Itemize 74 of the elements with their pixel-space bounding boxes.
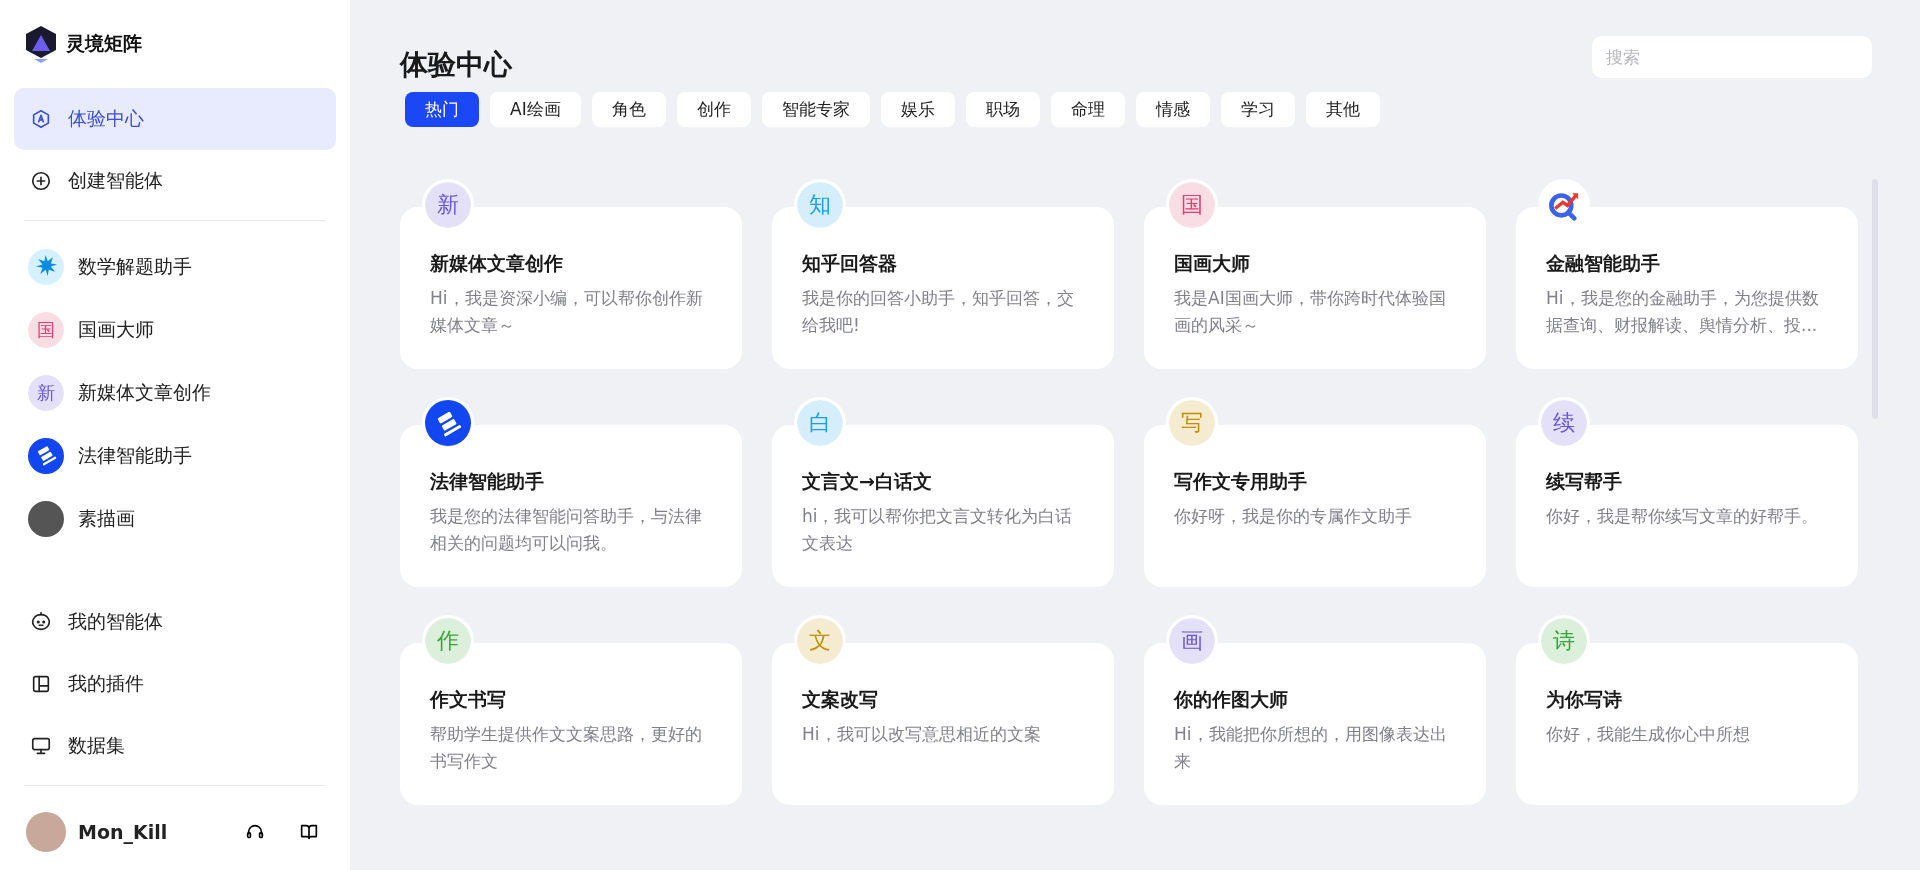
card-description: 你好，我能生成你心中所想 bbox=[1546, 723, 1751, 746]
card-description: Hi，我可以改写意思相近的文案 bbox=[802, 723, 1042, 746]
letter-avatar: 诗 bbox=[1541, 618, 1587, 664]
card-description: hi，我可以帮你把文言文转化为白话文表达 bbox=[802, 505, 1074, 555]
letter-avatar: 画 bbox=[1169, 618, 1215, 664]
letter-avatar: 写 bbox=[1169, 400, 1215, 446]
card-title: 金融智能助手 bbox=[1546, 251, 1661, 276]
letter-avatar: 文 bbox=[797, 618, 843, 664]
category-tab[interactable]: AI绘画 bbox=[490, 92, 581, 127]
card-title: 为你写诗 bbox=[1546, 687, 1623, 712]
category-tab[interactable]: 命理 bbox=[1050, 92, 1125, 127]
card-title: 知乎回答器 bbox=[802, 251, 898, 276]
category-tab[interactable]: 情感 bbox=[1135, 92, 1210, 127]
letter-avatar: 白 bbox=[797, 400, 843, 446]
recent-agent-item[interactable]: 数学解题助手 bbox=[14, 235, 336, 298]
category-tab[interactable]: 职场 bbox=[965, 92, 1040, 127]
letter-avatar: 新 bbox=[425, 182, 471, 228]
brand-name: 灵境矩阵 bbox=[66, 31, 142, 56]
card-description: 你好，我是帮你续写文章的好帮手。 bbox=[1546, 505, 1819, 528]
category-tab[interactable]: 娱乐 bbox=[880, 92, 955, 127]
card-description: 我是AI国画大师，带你跨时代体验国画的风采～ bbox=[1174, 287, 1447, 337]
logo-icon bbox=[24, 25, 58, 63]
letter-avatar: 续 bbox=[1541, 400, 1587, 446]
card-description: 我是您的法律智能问答助手，与法律相关的问题均可以问我。 bbox=[430, 505, 703, 555]
card-title: 续写帮手 bbox=[1546, 469, 1623, 494]
card-title: 国画大师 bbox=[1174, 251, 1251, 276]
letter-avatar: 新 bbox=[28, 374, 64, 411]
card-description: 帮助学生提供作文文案思路，更好的书写作文 bbox=[430, 723, 703, 773]
monitor-icon bbox=[30, 735, 52, 757]
page-title: 体验中心 bbox=[400, 47, 512, 83]
nav-item[interactable]: 创建智能体 bbox=[14, 150, 336, 212]
recent-agent-item[interactable]: 国 国画大师 bbox=[14, 298, 336, 361]
card-title: 法律智能助手 bbox=[430, 469, 545, 494]
card-description: 我是你的回答小助手，知乎回答，交给我吧! bbox=[802, 287, 1075, 337]
agent-card[interactable]: 金融智能助手 Hi，我是您的金融助手，为您提供数据查询、财报解读、舆情分析、投... bbox=[1516, 207, 1858, 369]
starburst-avatar bbox=[28, 248, 64, 285]
card-title: 新媒体文章创作 bbox=[430, 251, 564, 276]
category-tab[interactable]: 角色 bbox=[591, 92, 666, 127]
nav-item[interactable]: 体验中心 bbox=[14, 88, 336, 150]
card-description: 你好呀，我是你的专属作文助手 bbox=[1174, 505, 1413, 528]
recent-agent-item[interactable]: 素描画 bbox=[14, 487, 336, 550]
layout-icon bbox=[30, 673, 52, 695]
nav-item[interactable]: 我的插件 bbox=[14, 653, 336, 715]
letter-avatar: 国 bbox=[1169, 182, 1215, 228]
card-description: Hi，我是资深小编，可以帮你创作新媒体文章～ bbox=[430, 287, 704, 337]
category-tab[interactable]: 热门 bbox=[405, 92, 479, 127]
a-badge-icon bbox=[30, 108, 52, 130]
category-tab[interactable]: 创作 bbox=[676, 92, 751, 127]
card-title: 作文书写 bbox=[430, 687, 507, 712]
letter-avatar: 作 bbox=[425, 618, 471, 664]
nav-item[interactable]: 我的智能体 bbox=[14, 591, 336, 653]
letter-avatar: 国 bbox=[28, 311, 64, 348]
nav-item[interactable]: 数据集 bbox=[14, 715, 336, 777]
search-field[interactable]: 搜索 bbox=[1592, 36, 1872, 78]
photo-placeholder bbox=[28, 500, 64, 537]
card-title: 你的作图大师 bbox=[1174, 687, 1289, 712]
user-name: Mon_Kill bbox=[78, 821, 169, 843]
gavel-avatar bbox=[425, 400, 471, 446]
card-title: 写作文专用助手 bbox=[1174, 469, 1308, 494]
recent-agent-item[interactable]: 法律智能助手 bbox=[14, 424, 336, 487]
card-title: 文言文→白话文 bbox=[802, 469, 933, 494]
robot-face-icon bbox=[30, 611, 52, 633]
card-description: Hi，我是您的金融助手，为您提供数据查询、财报解读、舆情分析、投... bbox=[1546, 287, 1820, 337]
agent-card[interactable]: 法律智能助手 我是您的法律智能问答助手，与法律相关的问题均可以问我。 bbox=[400, 425, 742, 587]
category-tab[interactable]: 学习 bbox=[1220, 92, 1295, 127]
user-avatar bbox=[26, 812, 66, 852]
gavel-avatar bbox=[28, 437, 64, 474]
category-tab[interactable]: 智能专家 bbox=[761, 92, 870, 127]
letter-avatar: 知 bbox=[797, 182, 843, 228]
recent-agent-item[interactable]: 新 新媒体文章创作 bbox=[14, 361, 336, 424]
add-icon bbox=[30, 170, 52, 192]
category-tab[interactable]: 其他 bbox=[1305, 92, 1380, 127]
card-description: Hi，我能把你所想的，用图像表达出来 bbox=[1174, 723, 1448, 773]
card-title: 文案改写 bbox=[802, 687, 879, 712]
